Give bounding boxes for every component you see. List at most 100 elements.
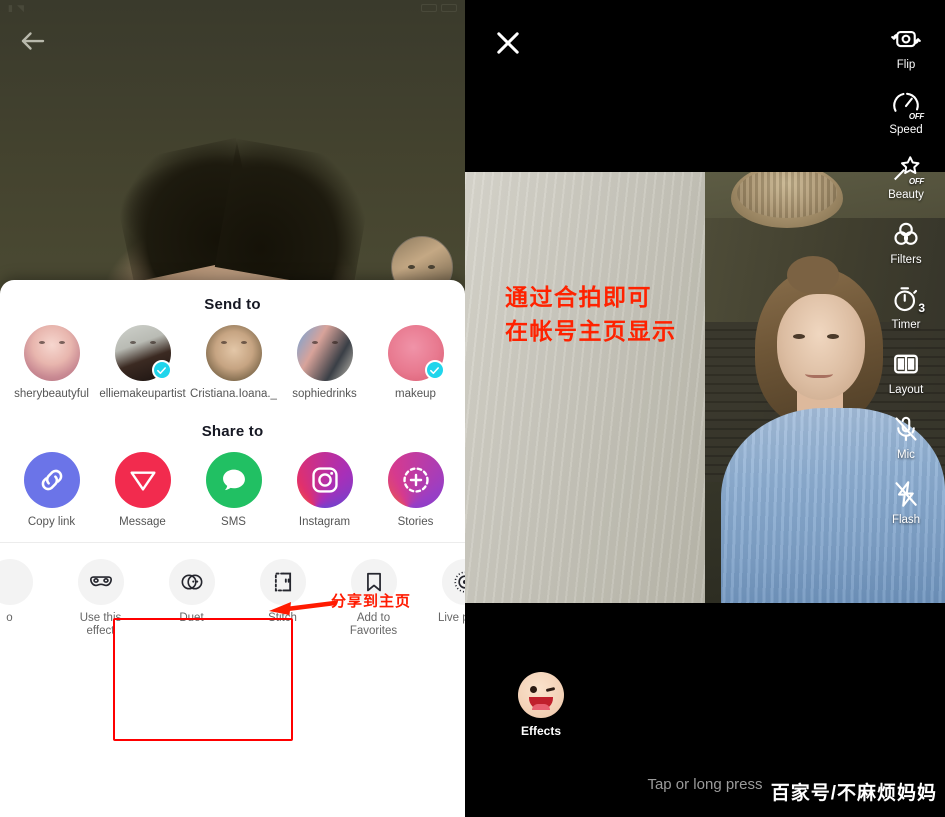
share-target-stories[interactable]: Stories — [370, 452, 461, 528]
contact-name: sherybeautyful — [14, 388, 89, 400]
action-item-live-photo[interactable]: Live photo — [419, 559, 465, 638]
signal-icon: ▮ — [8, 2, 13, 13]
duet-left-video-pane — [465, 172, 705, 603]
avatar-face — [37, 340, 67, 361]
avatar — [296, 325, 353, 381]
avatar-eye-left — [408, 265, 415, 269]
smiley-mouth — [529, 697, 553, 710]
tool-filters[interactable]: Filters — [889, 217, 923, 266]
share-to-heading: Share to — [201, 423, 264, 440]
avatar-wrap — [205, 325, 262, 381]
share-sheet: Send to sherybeautyful elliemakeupartist… — [0, 280, 465, 817]
right-panel-camera-screen: Flip OFF Speed OFF Beauty Filters 3 Time… — [465, 0, 945, 817]
tool-layout[interactable]: Layout — [888, 347, 924, 396]
tool-label: Timer — [891, 319, 921, 331]
flip-camera-icon — [889, 22, 923, 56]
contact-item[interactable]: elliemakeupartist — [97, 325, 188, 401]
tool-beauty[interactable]: OFF Beauty — [888, 152, 924, 201]
camera-tools-sidebar: Flip OFF Speed OFF Beauty Filters 3 Time… — [873, 22, 939, 526]
person-eye-right — [827, 334, 839, 339]
effects-button[interactable]: Effects — [518, 672, 564, 738]
tool-timer[interactable]: 3 Timer — [889, 282, 925, 331]
share-target-label: Instagram — [298, 516, 351, 528]
verified-badge-icon — [151, 360, 172, 380]
contact-item[interactable]: makeup — [370, 325, 461, 401]
layout-icon — [889, 347, 923, 381]
action-label: Duet — [179, 612, 204, 624]
tool-label: Beauty — [888, 189, 924, 201]
screenshot-root: ▮ ◥ Send to sherybeautyful elliemakeupar… — [0, 0, 945, 817]
status-bar: ▮ ◥ — [0, 0, 465, 16]
send-to-contact-row: sherybeautyful elliemakeupartist Cristia… — [0, 313, 465, 401]
duet-icon — [168, 559, 215, 605]
wifi-icon: ◥ — [16, 2, 24, 13]
tool-speed[interactable]: OFF Speed — [889, 87, 924, 136]
share-target-message[interactable]: Message — [97, 452, 188, 528]
send-to-heading: Send to — [204, 296, 261, 313]
avatar-wrap — [23, 325, 80, 381]
share-target-copy-link[interactable]: Copy link — [6, 452, 97, 528]
action-label: Add to Favorites — [349, 612, 398, 637]
mic-off-icon — [889, 412, 923, 446]
tool-label: Flip — [896, 59, 916, 71]
close-icon[interactable] — [491, 26, 525, 60]
person-eye-left — [793, 334, 805, 339]
back-arrow-icon[interactable] — [18, 26, 48, 56]
watermark: 百家号/不麻烦妈妈 — [770, 783, 937, 804]
share-target-label: Message — [119, 516, 166, 528]
avatar-wrap — [387, 325, 445, 381]
send-triangle-icon — [114, 452, 171, 508]
share-target-sms[interactable]: SMS — [188, 452, 279, 528]
speed-icon: OFF — [889, 87, 924, 121]
tool-mic[interactable]: Mic — [889, 412, 923, 461]
timer-icon: 3 — [889, 282, 925, 316]
tool-flip[interactable]: Flip — [889, 22, 923, 71]
person-smile — [805, 368, 833, 378]
contact-name: sophiedrinks — [292, 388, 357, 400]
share-target-instagram[interactable]: Instagram — [279, 452, 370, 528]
avatar-eye-right — [428, 265, 435, 269]
avatar-wrap — [114, 325, 172, 381]
action-item-cut-off[interactable]: o — [0, 559, 55, 638]
speech-bubble-icon — [205, 452, 262, 508]
smiley-effects-icon — [518, 672, 564, 718]
stories-plus-icon — [387, 452, 444, 508]
smiley-wink — [545, 686, 556, 693]
share-target-label: SMS — [221, 516, 246, 528]
beauty-off-badge: OFF — [908, 177, 924, 186]
action-item-use-this-effect[interactable]: Use this effect — [55, 559, 146, 638]
contact-item[interactable]: Cristiana.Ioana._ — [188, 325, 279, 401]
verified-badge-icon — [424, 360, 445, 380]
person-face — [777, 294, 865, 400]
live-photo-icon — [441, 559, 465, 605]
flash-off-icon — [889, 477, 923, 511]
share-target-label: Copy link — [27, 516, 76, 528]
annotation-arrow-icon — [269, 600, 337, 615]
action-label: Live photo — [437, 612, 465, 624]
status-bar-right-icons — [421, 4, 457, 12]
smiley-eye — [530, 686, 537, 693]
avatar-face — [128, 340, 158, 361]
action-label: o — [6, 612, 13, 624]
avatar-face — [219, 340, 249, 361]
tool-label: Layout — [888, 384, 924, 396]
tool-label: Filters — [890, 254, 922, 266]
contact-item[interactable]: sherybeautyful — [6, 325, 97, 401]
contact-item[interactable]: sophiedrinks — [279, 325, 370, 401]
battery-icon-2 — [441, 4, 457, 12]
timer-count-badge: 3 — [918, 301, 925, 315]
action-label: Use this effect — [79, 612, 122, 637]
hair-right — [214, 138, 376, 292]
left-panel-share-sheet-screen: ▮ ◥ Send to sherybeautyful elliemakeupar… — [0, 0, 465, 817]
avatar — [23, 325, 80, 381]
share-target-label: Stories — [397, 516, 434, 528]
tool-flash[interactable]: Flash — [889, 477, 923, 526]
status-bar-left-icons: ▮ ◥ — [8, 3, 24, 14]
link-icon — [23, 452, 80, 508]
effects-label: Effects — [520, 724, 561, 738]
tool-label: Mic — [897, 449, 915, 461]
battery-icon — [421, 4, 437, 12]
action-item-duet[interactable]: Duet — [146, 559, 237, 638]
avatar — [205, 325, 262, 381]
tool-label: Speed — [889, 124, 923, 136]
